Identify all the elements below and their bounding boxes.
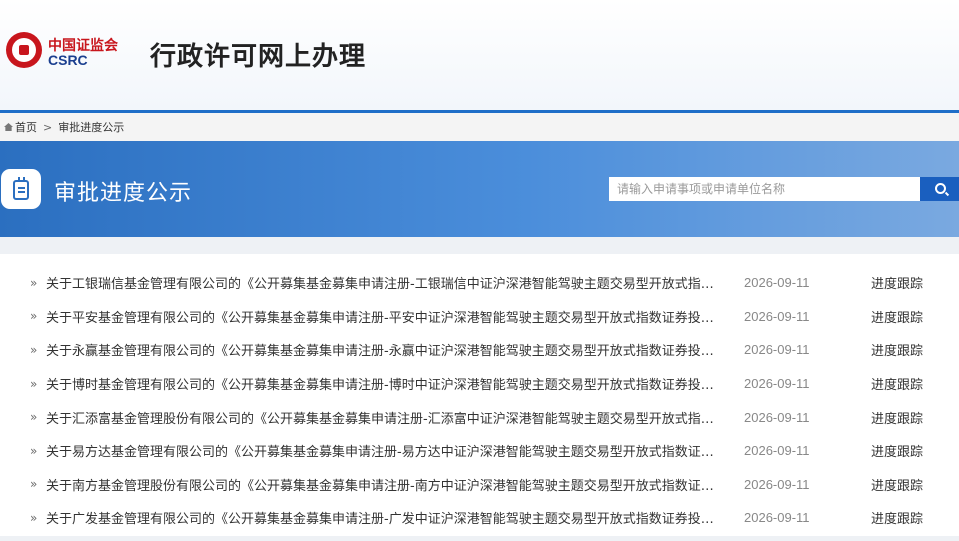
list-item: » 关于南方基金管理股份有限公司的《公开募集基金募集申请注册-南方中证沪深港智能…: [0, 468, 959, 502]
item-date: 2026-09-11: [744, 376, 810, 392]
item-date: 2026-09-11: [744, 510, 810, 526]
page-banner: 审批进度公示: [0, 141, 959, 237]
approval-progress-list: » 关于工银瑞信基金管理有限公司的《公开募集基金募集申请注册-工银瑞信中证沪深港…: [0, 254, 959, 536]
csrc-logo-icon[interactable]: [6, 32, 42, 68]
list-item: » 关于博时基金管理有限公司的《公开募集基金募集申请注册-博时中证沪深港智能驾驶…: [0, 367, 959, 401]
item-date: 2026-09-11: [744, 275, 810, 291]
list-item: » 关于永赢基金管理有限公司的《公开募集基金募集申请注册-永赢中证沪深港智能驾驶…: [0, 333, 959, 367]
list-item: » 关于工银瑞信基金管理有限公司的《公开募集基金募集申请注册-工银瑞信中证沪深港…: [0, 266, 959, 300]
double-chevron-right-icon: »: [30, 275, 38, 290]
progress-track-link[interactable]: 进度跟踪: [871, 307, 923, 326]
progress-track-link[interactable]: 进度跟踪: [871, 340, 923, 359]
progress-track-link[interactable]: 进度跟踪: [871, 441, 923, 460]
double-chevron-right-icon: »: [30, 510, 38, 525]
progress-track-link[interactable]: 进度跟踪: [871, 273, 923, 292]
page-title: 审批进度公示: [54, 181, 193, 206]
item-date: 2026-09-11: [744, 443, 810, 459]
list-item: » 关于平安基金管理有限公司的《公开募集基金募集申请注册-平安中证沪深港智能驾驶…: [0, 300, 959, 334]
search-button[interactable]: [920, 177, 959, 201]
calendar-icon: [1, 169, 41, 209]
progress-track-link[interactable]: 进度跟踪: [871, 408, 923, 427]
search-input[interactable]: [609, 177, 920, 201]
breadcrumb-current: 审批进度公示: [58, 121, 125, 134]
breadcrumb-home-link[interactable]: 首页: [15, 119, 37, 135]
home-icon: [4, 123, 13, 131]
item-title-link[interactable]: 关于南方基金管理股份有限公司的《公开募集基金募集申请注册-南方中证沪深港智能驾驶…: [46, 475, 714, 494]
breadcrumb: 首页 > 审批进度公示: [0, 113, 959, 141]
item-date: 2026-09-11: [744, 342, 810, 358]
brand-name-en[interactable]: CSRC: [48, 52, 88, 68]
item-title-link[interactable]: 关于广发基金管理有限公司的《公开募集基金募集申请注册-广发中证沪深港智能驾驶主题…: [46, 508, 714, 527]
item-title-link[interactable]: 关于汇添富基金管理股份有限公司的《公开募集基金募集申请注册-汇添富中证沪深港智能…: [46, 408, 714, 427]
item-title-link[interactable]: 关于工银瑞信基金管理有限公司的《公开募集基金募集申请注册-工银瑞信中证沪深港智能…: [46, 273, 714, 292]
progress-track-link[interactable]: 进度跟踪: [871, 508, 923, 527]
site-header: 中国证监会 CSRC 行政许可网上办理: [0, 0, 959, 113]
double-chevron-right-icon: »: [30, 477, 38, 492]
item-title-link[interactable]: 关于永赢基金管理有限公司的《公开募集基金募集申请注册-永赢中证沪深港智能驾驶主题…: [46, 340, 714, 359]
progress-track-link[interactable]: 进度跟踪: [871, 374, 923, 393]
item-date: 2026-09-11: [744, 409, 810, 425]
list-item: » 关于广发基金管理有限公司的《公开募集基金募集申请注册-广发中证沪深港智能驾驶…: [0, 501, 959, 535]
double-chevron-right-icon: »: [30, 309, 38, 324]
item-title-link[interactable]: 关于博时基金管理有限公司的《公开募集基金募集申请注册-博时中证沪深港智能驾驶主题…: [46, 374, 714, 393]
double-chevron-right-icon: »: [30, 443, 38, 458]
item-date: 2026-09-11: [744, 308, 810, 324]
item-date: 2026-09-11: [744, 476, 810, 492]
list-item: » 关于易方达基金管理有限公司的《公开募集基金募集申请注册-易方达中证沪深港智能…: [0, 434, 959, 468]
progress-track-link[interactable]: 进度跟踪: [871, 475, 923, 494]
search-bar: [609, 177, 959, 201]
list-item: » 关于汇添富基金管理股份有限公司的《公开募集基金募集申请注册-汇添富中证沪深港…: [0, 400, 959, 434]
site-title: 行政许可网上办理: [150, 42, 367, 72]
search-icon: [935, 183, 946, 194]
breadcrumb-separator: >: [43, 120, 53, 134]
double-chevron-right-icon: »: [30, 410, 38, 425]
item-title-link[interactable]: 关于易方达基金管理有限公司的《公开募集基金募集申请注册-易方达中证沪深港智能驾驶…: [46, 441, 714, 460]
double-chevron-right-icon: »: [30, 376, 38, 391]
item-title-link[interactable]: 关于平安基金管理有限公司的《公开募集基金募集申请注册-平安中证沪深港智能驾驶主题…: [46, 307, 714, 326]
double-chevron-right-icon: »: [30, 342, 38, 357]
